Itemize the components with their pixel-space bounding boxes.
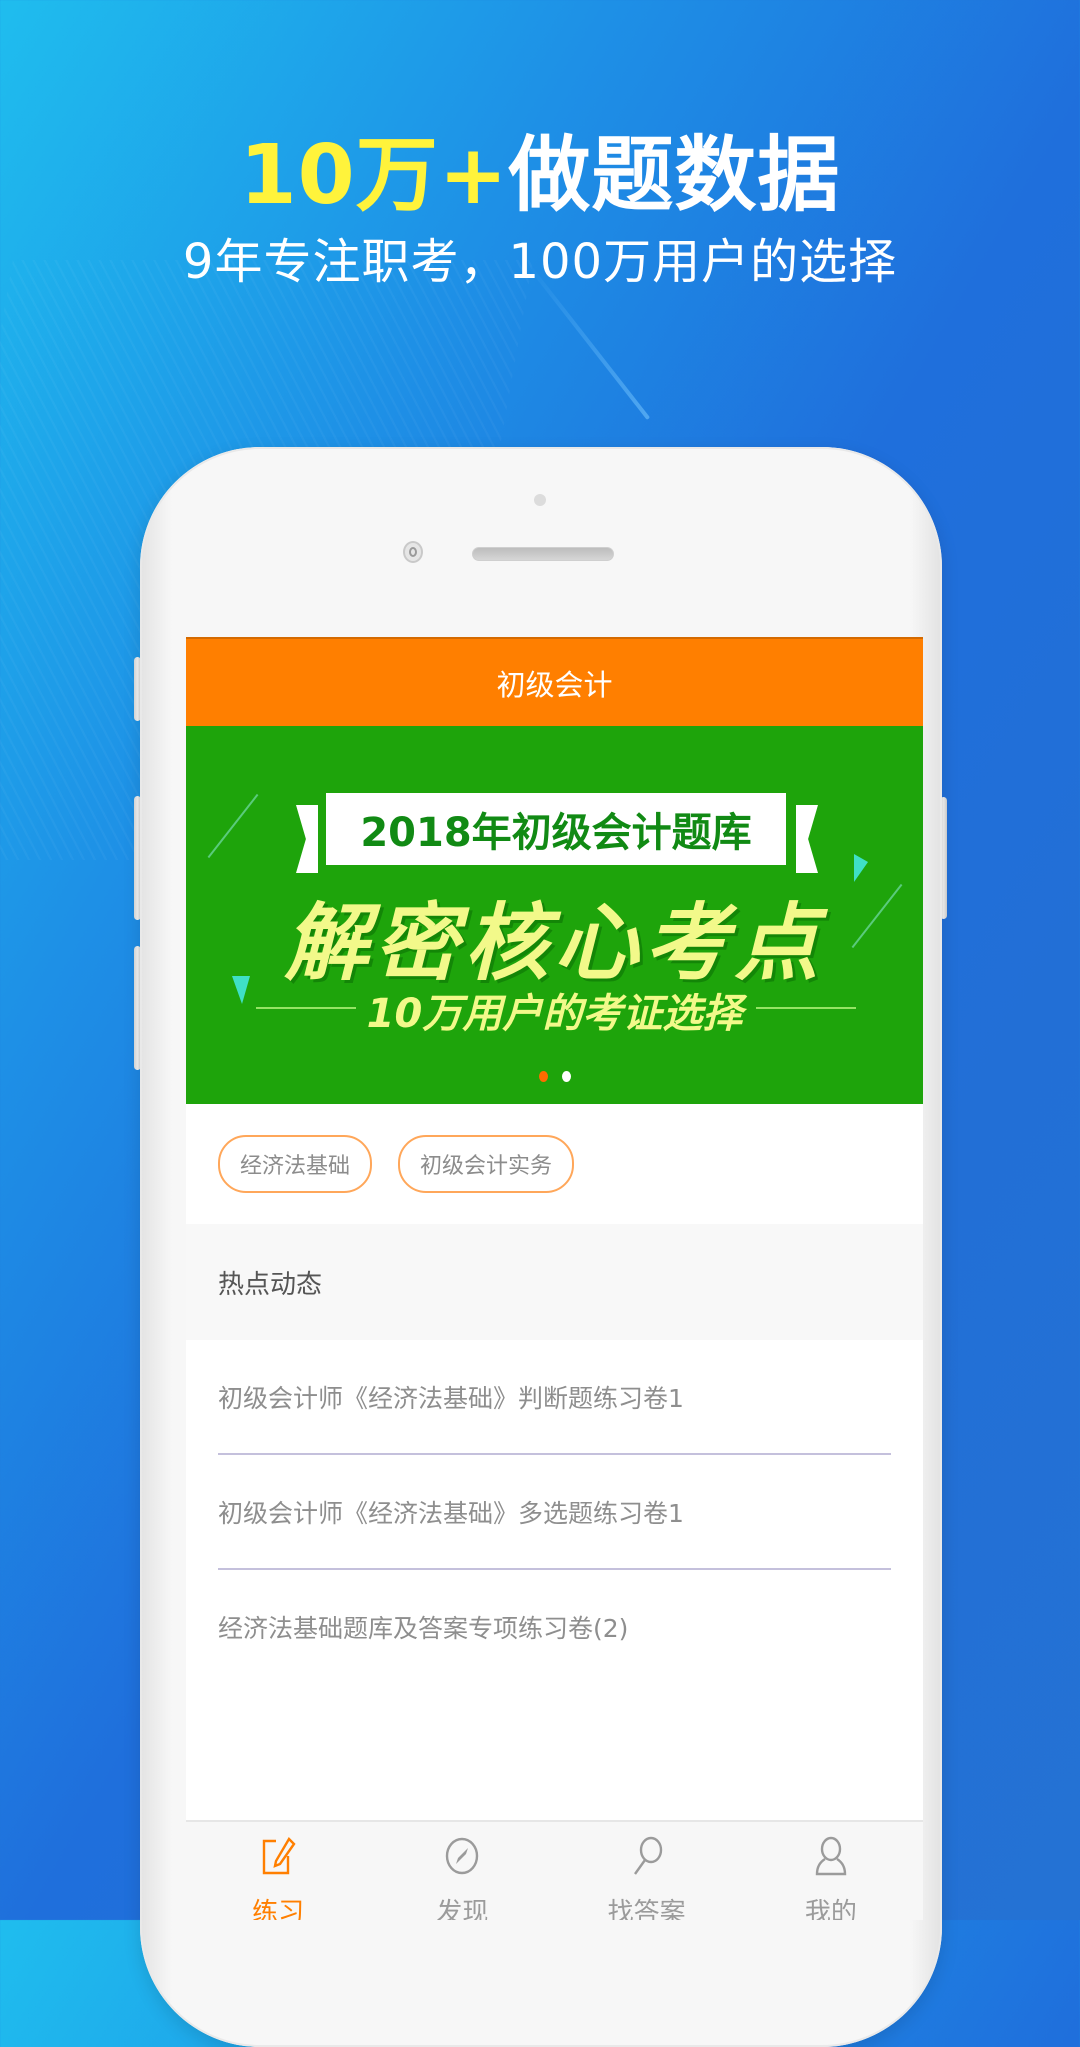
bottom-tab-bar: 练习 发现 找答案 我的	[186, 1820, 923, 1920]
banner-ribbon-text: 2018年初级会计题库	[360, 810, 752, 856]
news-title: 初级会计师《经济法基础》判断题练习卷1	[218, 1383, 684, 1413]
phone-sensor	[534, 494, 546, 506]
promo-headline-highlight: 10万+	[239, 128, 509, 223]
app-header-title: 初级会计	[496, 667, 613, 702]
news-list-item[interactable]: 初级会计师《经济法基础》判断题练习卷1	[218, 1340, 891, 1455]
promo-headline-text: 做题数据	[508, 128, 841, 223]
tab-label: 练习	[252, 1898, 305, 1920]
tag-economic-law[interactable]: 经济法基础	[218, 1135, 373, 1193]
banner-pagination	[186, 1071, 923, 1082]
tab-practice[interactable]: 练习	[186, 1822, 370, 1920]
promo-headline: 10万+做题数据	[0, 108, 1080, 227]
search-icon	[633, 1836, 662, 1875]
news-list-item[interactable]: 经济法基础题库及答案专项练习卷(2)	[218, 1570, 891, 1683]
tab-label: 发现	[436, 1898, 489, 1920]
compass-icon	[446, 1837, 479, 1875]
app-screen: 初级会计 2018年初级会计题库 解密核心考点 10万用户的考证选择 经济法基础…	[186, 637, 923, 1920]
banner-main-text: 解密核心考点	[284, 894, 825, 992]
banner-tagline: 10万用户的考证选择	[366, 991, 743, 1037]
app-header: 初级会计	[186, 637, 923, 726]
ribbon-tail-left	[296, 805, 318, 873]
banner-ribbon: 2018年初级会计题库	[326, 793, 786, 865]
phone-earpiece	[472, 547, 614, 561]
news-title: 经济法基础题库及答案专项练习卷(2)	[218, 1613, 629, 1643]
news-list-item[interactable]: 初级会计师《经济法基础》多选题练习卷1	[218, 1455, 891, 1570]
tab-label: 我的	[804, 1898, 857, 1920]
hot-news-header: 热点动态	[186, 1224, 923, 1340]
tag-label: 初级会计实务	[420, 1154, 553, 1179]
tab-label: 找答案	[607, 1898, 686, 1920]
ribbon-tail-right	[796, 805, 818, 873]
pagination-dot-active[interactable]	[538, 1071, 548, 1082]
pagination-dot[interactable]	[561, 1071, 571, 1082]
subject-tags: 经济法基础 初级会计实务	[186, 1104, 923, 1224]
banner-decor-line	[207, 793, 259, 859]
tag-accounting-practice[interactable]: 初级会计实务	[398, 1135, 575, 1193]
tab-find-answers[interactable]: 找答案	[555, 1822, 739, 1920]
tab-profile[interactable]: 我的	[739, 1822, 923, 1920]
edit-icon	[262, 1837, 296, 1875]
user-icon	[815, 1836, 847, 1876]
news-title: 初级会计师《经济法基础》多选题练习卷1	[218, 1498, 684, 1528]
section-title: 热点动态	[218, 1269, 323, 1300]
promo-banner[interactable]: 2018年初级会计题库 解密核心考点 10万用户的考证选择	[186, 726, 923, 1104]
promo-subtitle: 9年专注职考，100万用户的选择	[182, 234, 898, 290]
phone-front-camera	[403, 541, 423, 563]
tab-discover[interactable]: 发现	[370, 1822, 554, 1920]
tag-label: 经济法基础	[240, 1154, 351, 1179]
